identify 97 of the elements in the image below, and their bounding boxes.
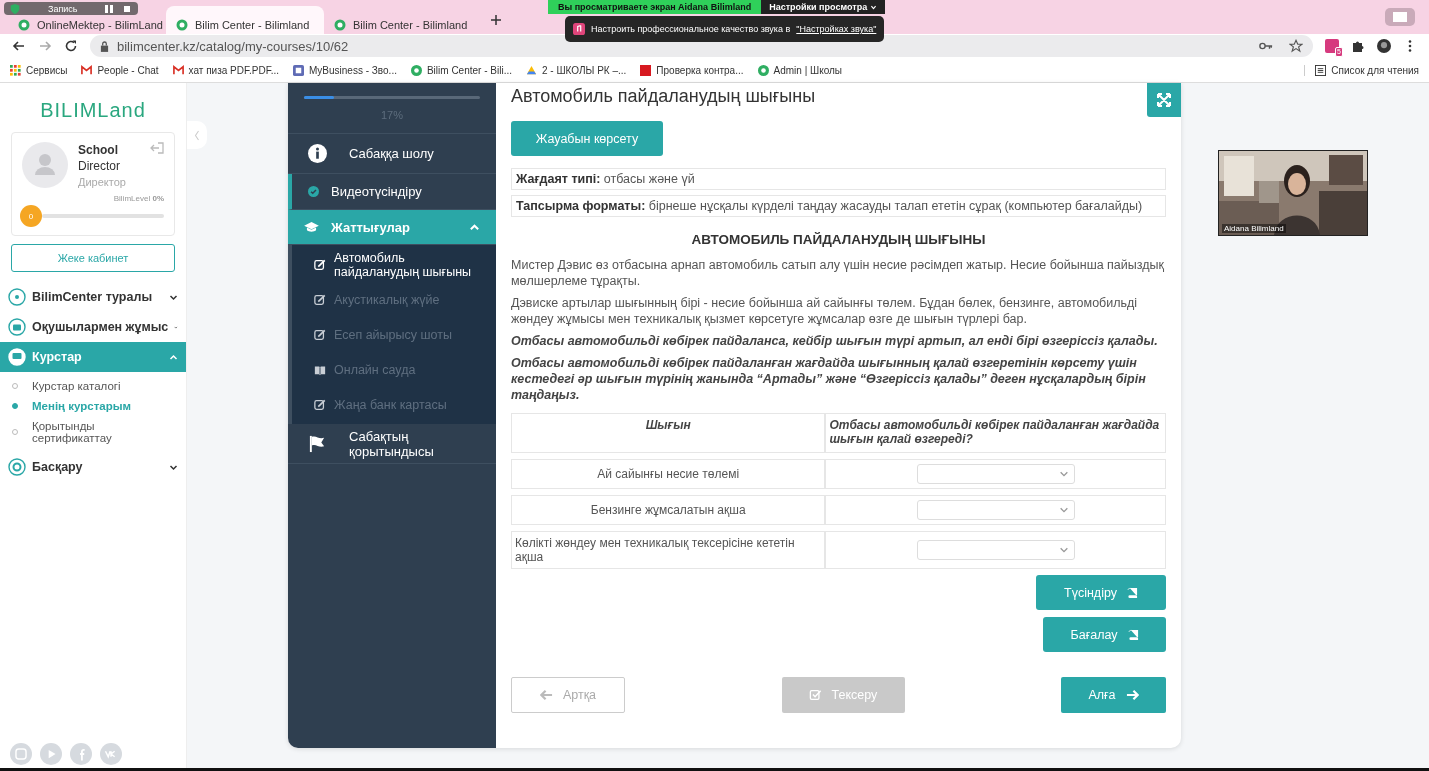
- monitor-icon: [8, 348, 26, 366]
- submenu-item[interactable]: Қорытынды сертификаттау: [0, 416, 186, 448]
- globe-icon: [18, 19, 30, 31]
- reading-list[interactable]: Список для чтения: [1304, 64, 1419, 76]
- info-text: Жағдаят типі: отбасы және үй: [516, 172, 695, 186]
- level-label: BilimLevel 0%: [113, 194, 164, 203]
- forward-arrow-icon[interactable]: [38, 39, 52, 53]
- back-arrow-icon[interactable]: [12, 39, 26, 53]
- select-field[interactable]: [916, 540, 1075, 560]
- fullscreen-button[interactable]: [1147, 83, 1181, 117]
- flag-icon: [308, 434, 327, 453]
- menu-item[interactable]: BilimCenter туралы: [0, 282, 186, 312]
- menu-item[interactable]: Оқушылармен жұмыс: [0, 312, 186, 342]
- sound-settings-link[interactable]: "Настройках звука": [796, 24, 877, 34]
- lock-icon: [100, 40, 109, 52]
- logout-icon[interactable]: [150, 142, 164, 154]
- mail-icon: [172, 64, 184, 76]
- edit-icon: [314, 328, 326, 341]
- edit-icon: [314, 398, 326, 411]
- level-badge: 0: [20, 205, 42, 227]
- info-text: Тапсырма форматы: бірнеше нұсқалы күрделі таңдау жасауды талап ететін сұрақ (компьютер бағалайды): [516, 199, 1143, 213]
- chevron-down-icon: [1058, 505, 1069, 515]
- task-paragraph: Отбасы автомобильді көбірек пайдаланған жағдайда шығынның қалай өзгеретінін көрсету үшін кестедегі әр шығын түрінің жанында “Артады” және “Өзгеріссіз қалады” деген нұсқалардың бірін таңдаңыз.: [511, 355, 1147, 403]
- avatar-icon[interactable]: [1377, 39, 1391, 53]
- bookmark[interactable]: Проверка контра...: [640, 64, 744, 76]
- globe-icon: [410, 64, 422, 76]
- bookmark[interactable]: Сервисы: [10, 64, 68, 76]
- notification-text: Настроить профессиональное качество звука в: [591, 24, 791, 34]
- select-field[interactable]: [916, 500, 1075, 520]
- user-name: School: [78, 142, 119, 158]
- briefcase-icon: [8, 318, 26, 336]
- column-header: Отбасы автомобильді көбірек пайдаланған жағдайда шығын қалай өзгереді?: [825, 413, 1166, 453]
- chevron-down-icon: [1058, 545, 1069, 555]
- arrow-left-icon: [539, 689, 553, 701]
- task-paragraph: Мистер Дэвис өз отбасына арнап автомобиль сатып алу үшін несие рәсімдеп жатыр. Несие бойынша пайыздық мөлшерлеме тұрақты.: [511, 257, 1165, 289]
- collapse-handle[interactable]: [187, 121, 207, 149]
- bookmark[interactable]: People - Chat: [81, 64, 159, 76]
- chevron-down-icon: [870, 3, 878, 11]
- user-role: Director: [78, 158, 121, 174]
- chevron-left-icon: [194, 129, 200, 141]
- browser-tab[interactable]: Bilim Center - Bilimland: [324, 6, 482, 34]
- star-icon[interactable]: [1289, 39, 1303, 53]
- circle-icon: [8, 288, 26, 306]
- new-tab-icon[interactable]: [490, 14, 502, 26]
- lesson-title: Автомобиль пайдаланудың шығыны: [511, 85, 816, 107]
- chevron-icon: [169, 352, 178, 362]
- globe-icon: [757, 64, 769, 76]
- task-paragraph: Отбасы автомобильді көбірек пайдаланса, кейбір шығын түрі артып, ал енді бірі өзгеріссіз қалады.: [511, 333, 1159, 349]
- logo: BILIMLand: [39, 99, 147, 122]
- table-cell: Көлікті жөндеу мен техникалық тексерісіне кететін ақша: [511, 531, 826, 569]
- globe-icon: [334, 19, 346, 31]
- select-field[interactable]: [916, 464, 1075, 484]
- table-cell: Ай сайынғы несие төлемі: [511, 459, 826, 489]
- menu-item[interactable]: Басқару: [0, 452, 186, 482]
- participant-name: Aidana Bilimland: [1222, 224, 1286, 233]
- pause-icon[interactable]: [103, 3, 114, 14]
- submenu-item[interactable]: Курстар каталогі: [0, 376, 186, 396]
- mail-icon: [81, 64, 93, 76]
- lesson-nav-item[interactable]: Сабақтың қорытындысы: [288, 424, 496, 464]
- stop-icon[interactable]: [121, 3, 132, 14]
- arrow-right-icon: [1125, 689, 1139, 701]
- apps-grid-icon: [10, 64, 21, 76]
- bookmark[interactable]: 2 - ШКОЛЫ РК –...: [525, 64, 627, 76]
- lesson-nav-item[interactable]: Сабаққа шолу: [288, 134, 496, 174]
- bookmark[interactable]: Bilim Center - Bili...: [410, 64, 512, 76]
- bookmark[interactable]: хат пиза PDF.PDF...: [172, 64, 279, 76]
- avatar-icon: [22, 142, 68, 188]
- exercise-item[interactable]: Автомобиль пайдаланудың шығыны: [292, 247, 496, 282]
- task-heading: АВТОМОБИЛЬ ПАЙДАЛАНУДЫҢ ШЫҒЫНЫ: [690, 232, 987, 247]
- task-paragraph: Дэвиске артылар шығынның бірі - несие бойынша ай сайынғы төлем. Бұдан бөлек, бензинге, автомобильді жөндеу жұмысы мен техникалық қызмет көрсетуге жұмсалар өзге де шығын түрлері бар.: [511, 295, 1139, 327]
- shield-icon: [10, 3, 20, 14]
- graduation-cap-icon: [304, 221, 319, 233]
- bookmark[interactable]: Admin | Школы: [757, 64, 843, 76]
- chevron-icon: [469, 221, 480, 233]
- chevron-down-icon: [1058, 469, 1069, 479]
- reload-icon[interactable]: [64, 39, 78, 53]
- recording-label: Запись: [48, 3, 78, 14]
- user-position: Директор: [78, 175, 127, 190]
- browser-tab[interactable]: Bilim Center - Bilimland: [166, 6, 324, 34]
- share-banner: Вы просматриваете экран Aidana Bilimland: [548, 0, 762, 14]
- globe-icon: [176, 19, 188, 31]
- edit-icon: [314, 258, 326, 271]
- table-cell: Бензинге жұмсалатын ақша: [511, 495, 826, 525]
- gear-icon: [8, 458, 26, 476]
- expand-icon: [1156, 92, 1172, 108]
- bookmark[interactable]: MyBusiness - Зво...: [293, 64, 397, 76]
- address-bar[interactable]: bilimcenter.kz/catalog/my-courses/10/62: [90, 35, 1313, 57]
- document-icon: [293, 64, 304, 76]
- edit-icon: [314, 293, 326, 306]
- column-header: Шығын: [511, 413, 826, 453]
- view-settings-button[interactable]: Настройки просмотра: [761, 0, 886, 14]
- triangle-icon: [525, 64, 537, 76]
- puzzle-icon[interactable]: [1351, 39, 1365, 53]
- list-icon: [1315, 64, 1327, 76]
- checkbox-icon: [808, 689, 822, 701]
- square-icon: [640, 64, 652, 76]
- info-icon: [308, 144, 327, 163]
